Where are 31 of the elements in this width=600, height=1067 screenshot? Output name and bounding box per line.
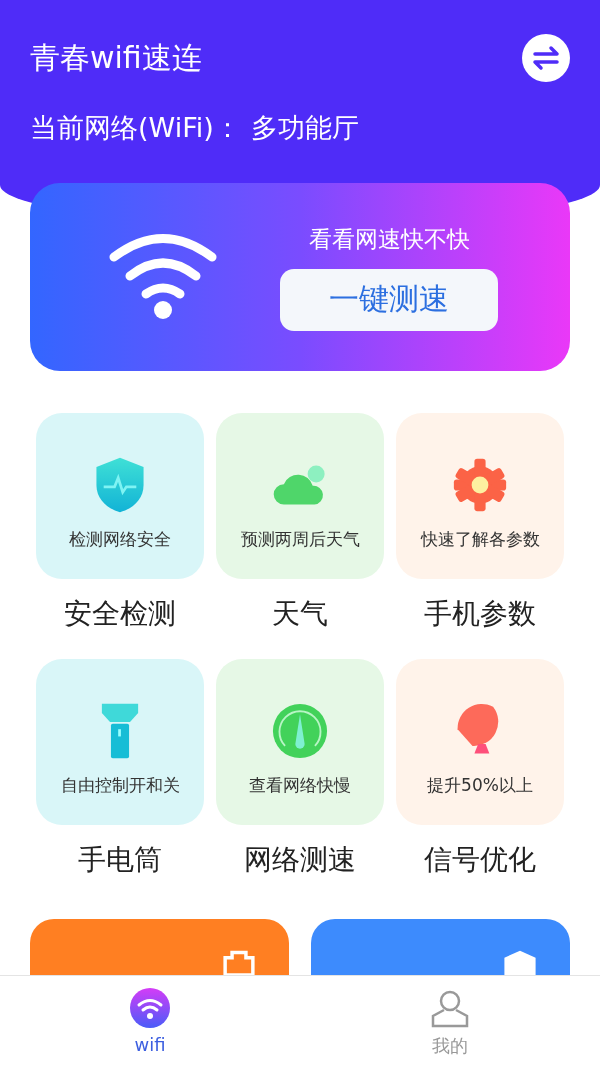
gauge-icon [272,701,328,760]
tool-description: 自由控制开和关 [60,773,180,797]
tool-description: 预测两周后天气 [240,527,360,551]
tab-item[interactable]: wifi [0,976,300,1067]
tool-card[interactable]: 检测网络安全 [36,413,204,579]
network-label: 当前网络(WiFi)： [30,111,241,145]
person-icon [430,988,470,1028]
tool-description: 查看网络快慢 [249,773,351,797]
tool-card[interactable]: 查看网络快慢 [216,659,384,825]
tool-card[interactable]: 预测两周后天气 [216,413,384,579]
tool-label: 安全检测 [64,596,176,632]
promo-card[interactable] [311,919,570,975]
tool-label: 网络测速 [244,842,356,878]
network-name: 多功能厅 [250,111,359,145]
tool-description: 检测网络安全 [69,527,171,551]
tool-card[interactable]: 提升50%以上 [396,659,564,825]
app-title: 青春wifi速连 [30,38,202,77]
swap-icon[interactable] [522,34,570,82]
wifi-icon [130,988,170,1028]
tool-label: 天气 [272,596,328,632]
tool-label: 手电筒 [78,842,162,878]
tool-description: 快速了解各参数 [420,527,540,551]
tool-description: 提升50%以上 [427,773,533,797]
speed-test-button[interactable]: 一键测速 [280,268,498,331]
tool-label: 信号优化 [424,842,536,878]
wifi-icon [108,232,218,322]
tool-label: 手机参数 [424,596,536,632]
promo-card[interactable] [30,919,289,975]
tool-card[interactable]: 自由控制开和关 [36,659,204,825]
tool-card[interactable]: 快速了解各参数 [396,413,564,579]
banner-caption: 看看网速快不快 [308,224,470,254]
